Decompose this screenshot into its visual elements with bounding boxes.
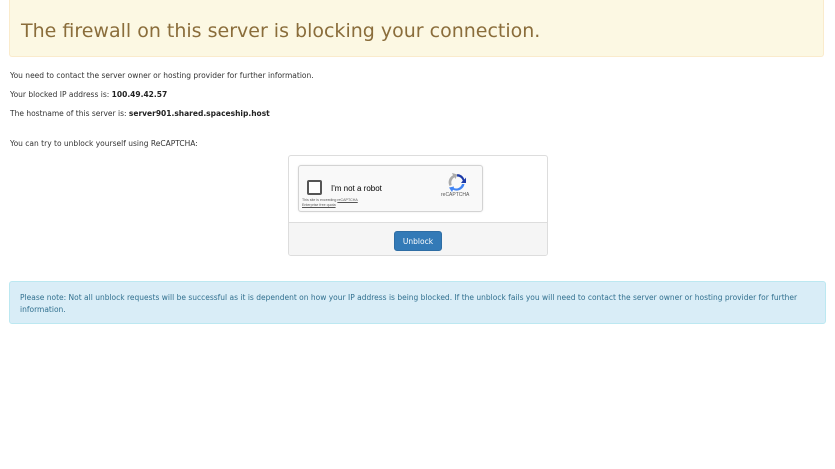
blocked-ip-value: 100.49.42.57 <box>111 90 168 99</box>
blocked-ip-line: Your blocked IP address is: 100.49.42.57 <box>10 90 167 99</box>
recaptcha-widget: I'm not a robot This site is exceeding r… <box>298 165 483 212</box>
recaptcha-checkbox-label: I'm not a robot <box>331 184 382 193</box>
recaptcha-checkbox[interactable] <box>307 180 322 195</box>
page-title: The firewall on this server is blocking … <box>21 20 541 42</box>
hostname-value: server901.shared.spaceship.host <box>128 109 270 118</box>
unblock-panel-footer: Unblock <box>289 222 547 255</box>
blocked-ip-label: Your blocked IP address is: <box>10 90 112 99</box>
quota-link-recaptcha[interactable]: reCAPTCHA <box>337 198 357 202</box>
quota-prefix: This site is exceeding <box>302 198 338 202</box>
unblock-note: Please note: Not all unblock requests wi… <box>9 281 826 324</box>
recaptcha-logo-icon <box>448 173 466 192</box>
hostname-line: The hostname of this server is: server90… <box>10 109 270 118</box>
firewall-warning-banner: The firewall on this server is blocking … <box>9 0 824 57</box>
unblock-button[interactable]: Unblock <box>394 231 442 251</box>
recaptcha-quota-notice: This site is exceeding reCAPTCHA Enterpr… <box>302 198 358 207</box>
unblock-note-text: Please note: Not all unblock requests wi… <box>20 293 798 314</box>
firewall-block-page: The firewall on this server is blocking … <box>0 0 835 469</box>
quota-link-enterprise[interactable]: Enterprise free quota <box>302 203 336 207</box>
recaptcha-prompt: You can try to unblock yourself using Re… <box>10 139 198 148</box>
recaptcha-brand: reCAPTCHA <box>441 192 470 198</box>
contact-instruction: You need to contact the server owner or … <box>10 71 314 80</box>
hostname-label: The hostname of this server is: <box>10 109 129 118</box>
unblock-panel: I'm not a robot This site is exceeding r… <box>288 155 548 256</box>
